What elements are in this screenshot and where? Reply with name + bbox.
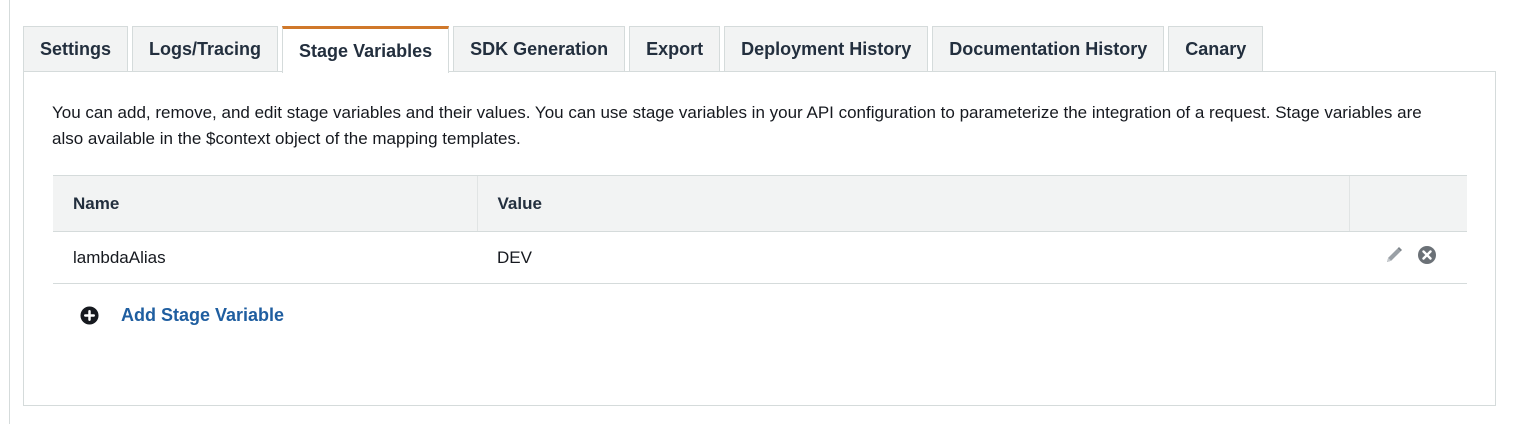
description-text: You can add, remove, and edit stage vari… [52,103,1422,148]
pencil-icon[interactable] [1384,245,1404,270]
variable-name-cell: lambdaAlias [53,231,477,284]
stage-variables-panel: You can add, remove, and edit stage vari… [23,71,1496,406]
column-header-actions [1348,175,1467,232]
left-divider [9,0,10,424]
column-header-value: Value [476,175,1349,232]
table-header-row: Name Value [53,175,1467,232]
stage-tabs: Settings Logs/Tracing Stage Variables SD… [23,26,1267,73]
close-circle-icon[interactable] [1417,245,1437,270]
variable-value-cell: DEV [477,231,1349,284]
plus-circle-icon [80,306,99,325]
tab-export[interactable]: Export [629,26,721,72]
row-actions [1349,231,1467,284]
tab-canary[interactable]: Canary [1168,26,1264,72]
tab-logs-tracing[interactable]: Logs/Tracing [132,26,279,72]
stage-variables-table: Name Value lambdaAlias DEV [53,175,1467,284]
add-stage-variable-button[interactable]: Add Stage Variable [80,305,284,326]
add-stage-variable-label[interactable]: Add Stage Variable [121,305,284,326]
tab-documentation-history[interactable]: Documentation History [932,26,1165,72]
tab-stage-variables[interactable]: Stage Variables [282,26,450,73]
tab-deployment-history[interactable]: Deployment History [724,26,929,72]
column-header-name: Name [53,175,477,232]
tab-settings[interactable]: Settings [23,26,129,72]
table-row: lambdaAlias DEV [53,231,1467,284]
tab-sdk-generation[interactable]: SDK Generation [453,26,626,72]
